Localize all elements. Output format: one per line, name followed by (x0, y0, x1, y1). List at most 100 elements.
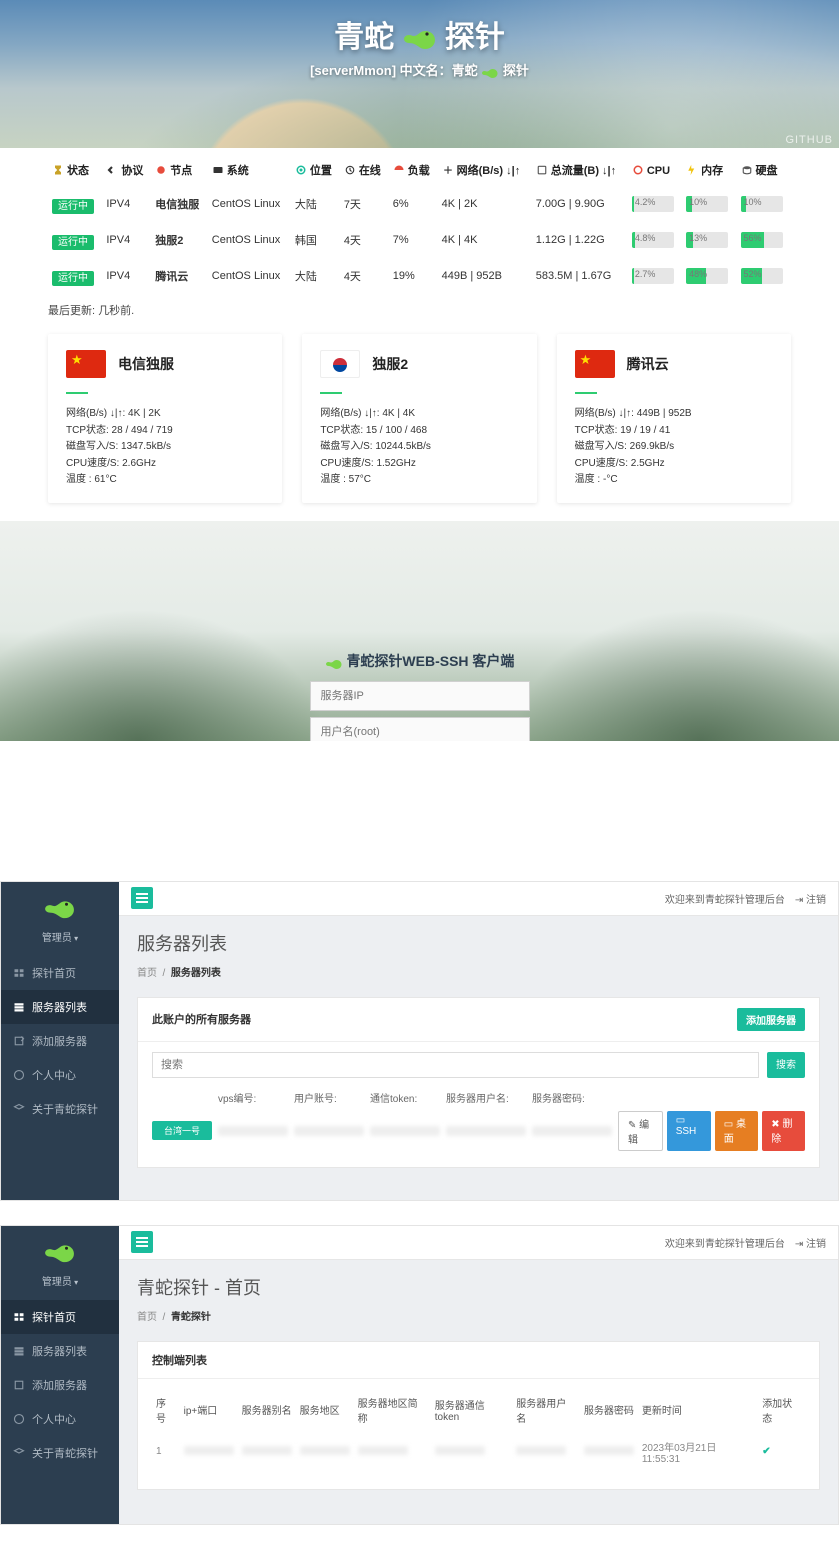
blurred-value (435, 1446, 485, 1455)
table-header-row: 状态 协议 节点 系统 位置 在线 负载 网络(B/s) ↓|↑ 总流量(B) … (48, 154, 791, 186)
servers-table: 状态 协议 节点 系统 位置 在线 负载 网络(B/s) ↓|↑ 总流量(B) … (48, 154, 791, 294)
last-update-text: 最后更新: 几秒前. (0, 294, 839, 334)
disk-bar: 52% (741, 268, 783, 284)
flag-icon (575, 350, 615, 378)
app-subtitle: [serverMmon] 中文名：青蛇 探针 (0, 60, 839, 79)
nav-about[interactable]: 关于青蛇探针 (1, 1436, 119, 1470)
menu-icon (136, 1237, 148, 1247)
table-row: 1 2023年03月21日 11:55:31 ✔ (152, 1431, 805, 1473)
logout-link[interactable]: ⇥ 注销 (795, 1235, 826, 1250)
blurred-value (242, 1446, 292, 1455)
add-server-button[interactable]: 添加服务器 (737, 1008, 805, 1031)
search-input[interactable] (152, 1052, 759, 1078)
blurred-value (584, 1446, 634, 1455)
table-row[interactable]: 运行中IPV4腾讯云CentOS Linux大陆4天19%449B | 952B… (48, 258, 791, 294)
sidebar-user-menu[interactable]: 管理员 (1, 929, 119, 956)
nav-profile[interactable]: 个人中心 (1, 1058, 119, 1092)
mem-bar: 13% (686, 232, 728, 248)
github-link[interactable]: GITHUB (785, 134, 833, 146)
mem-bar: 10% (686, 196, 728, 212)
blurred-value (300, 1446, 350, 1455)
card-tcp: TCP状态: 19 / 19 / 41 (575, 423, 773, 440)
ssh-ip-input[interactable] (310, 681, 530, 711)
blurred-value (218, 1126, 288, 1136)
snake-icon (43, 1238, 77, 1264)
nav-servers[interactable]: 服务器列表 (1, 1334, 119, 1368)
ssh-user-input[interactable] (310, 717, 530, 741)
menu-icon (136, 893, 148, 903)
status-ok-icon: ✔ (762, 1446, 770, 1457)
nav-servers[interactable]: 服务器列表 (1, 990, 119, 1024)
desktop-button[interactable]: ▭ 桌面 (715, 1111, 759, 1151)
card-net: 网络(B/s) ↓|↑: 449B | 952B (575, 406, 773, 423)
card-disk: 磁盘写入/S: 10244.5kB/s (320, 439, 518, 456)
server-card[interactable]: 独服2 网络(B/s) ↓|↑: 4K | 4KTCP状态: 15 / 100 /… (302, 334, 536, 503)
sidebar-logo (1, 882, 119, 929)
nav-add-server[interactable]: 添加服务器 (1, 1024, 119, 1058)
toggle-sidebar-button[interactable] (131, 887, 153, 909)
blurred-value (184, 1446, 234, 1455)
sidebar-user-menu[interactable]: 管理员 (1, 1273, 119, 1300)
card-title: 腾讯云 (627, 354, 669, 374)
nav-profile[interactable]: 个人中心 (1, 1402, 119, 1436)
snake-icon (43, 894, 77, 920)
card-tcp: TCP状态: 28 / 494 / 719 (66, 423, 264, 440)
nav-about[interactable]: 关于青蛇探针 (1, 1092, 119, 1126)
server-card[interactable]: 腾讯云网络(B/s) ↓|↑: 449B | 952BTCP状态: 19 / 1… (557, 334, 791, 503)
server-list-header: vps编号: 用户账号: 通信token: 服务器用户名: 服务器密码: (152, 1090, 805, 1105)
panel-title: 控制端列表 (152, 1352, 207, 1368)
topbar: 欢迎来到青蛇探针管理后台 ⇥ 注销 (119, 1226, 838, 1260)
server-row: 台湾一号 ✎ 编辑 ▭ SSH ▭ 桌面 ✖ 删除 (152, 1111, 805, 1151)
card-temp: 温度 : 61°C (66, 472, 264, 489)
blurred-value (294, 1126, 364, 1136)
card-temp: 温度 : 57°C (320, 472, 518, 489)
server-card[interactable]: 电信独服网络(B/s) ↓|↑: 4K | 2KTCP状态: 28 / 494 … (48, 334, 282, 503)
server-tag: 台湾一号 (152, 1121, 212, 1140)
disk-bar: 10% (741, 196, 783, 212)
blurred-value (516, 1446, 566, 1455)
sidebar: 管理员 探针首页 服务器列表 添加服务器 个人中心 关于青蛇探针 (1, 1226, 119, 1524)
blurred-value (358, 1446, 408, 1455)
nav-add-server[interactable]: 添加服务器 (1, 1368, 119, 1402)
sidebar-logo (1, 1226, 119, 1273)
app-title: 青蛇 探针 (0, 0, 839, 56)
toggle-sidebar-button[interactable] (131, 1231, 153, 1253)
table-row[interactable]: 运行中IPV4电信独服CentOS Linux大陆7天6%4K | 2K7.00… (48, 186, 791, 222)
blurred-value (446, 1126, 526, 1136)
blurred-value (532, 1126, 612, 1136)
snake-icon (325, 656, 343, 670)
card-cpu: CPU速度/S: 2.6GHz (66, 456, 264, 473)
controllers-table: 序号 ip+端口 服务器别名 服务地区 服务器地区简称 服务器通信token 服… (152, 1389, 805, 1473)
mem-bar: 48% (686, 268, 728, 284)
card-title: 电信独服 (118, 354, 174, 374)
card-tcp: TCP状态: 15 / 100 / 468 (320, 423, 518, 440)
nav-home[interactable]: 探针首页 (1, 956, 119, 990)
blurred-value (370, 1126, 440, 1136)
breadcrumb: 首页 / 青蛇探针 (137, 1308, 820, 1323)
ssh-button[interactable]: ▭ SSH (667, 1111, 711, 1151)
ssh-title: 青蛇探针WEB-SSH 客户端 (310, 651, 530, 671)
snake-icon (403, 23, 437, 51)
cpu-bar: 4.2% (632, 196, 674, 212)
flag-icon (66, 350, 106, 378)
disk-bar: 56% (741, 232, 783, 248)
sidebar: 管理员 探针首页 服务器列表 添加服务器 个人中心 关于青蛇探针 (1, 882, 119, 1200)
panel-title: 此账户的所有服务器 (152, 1011, 251, 1027)
status-badge: 运行中 (52, 271, 94, 286)
table-row[interactable]: 运行中IPV4独服2CentOS Linux韩国4天7%4K | 4K1.12G… (48, 222, 791, 258)
breadcrumb: 首页 / 服务器列表 (137, 964, 820, 979)
hero-banner: 青蛇 探针 [serverMmon] 中文名：青蛇 探针 GITHUB (0, 0, 839, 148)
card-net: 网络(B/s) ↓|↑: 4K | 2K (66, 406, 264, 423)
search-button[interactable]: 搜索 (767, 1052, 805, 1078)
card-title: 独服2 (372, 354, 408, 374)
card-temp: 温度 : -°C (575, 472, 773, 489)
nav-home[interactable]: 探针首页 (1, 1300, 119, 1334)
card-disk: 磁盘写入/S: 1347.5kB/s (66, 439, 264, 456)
logout-link[interactable]: ⇥ 注销 (795, 891, 826, 906)
edit-button[interactable]: ✎ 编辑 (618, 1111, 663, 1151)
card-net: 网络(B/s) ↓|↑: 4K | 4K (320, 406, 518, 423)
card-cpu: CPU速度/S: 1.52GHz (320, 456, 518, 473)
delete-button[interactable]: ✖ 删除 (762, 1111, 805, 1151)
snake-icon (481, 65, 499, 79)
status-badge: 运行中 (52, 199, 94, 214)
